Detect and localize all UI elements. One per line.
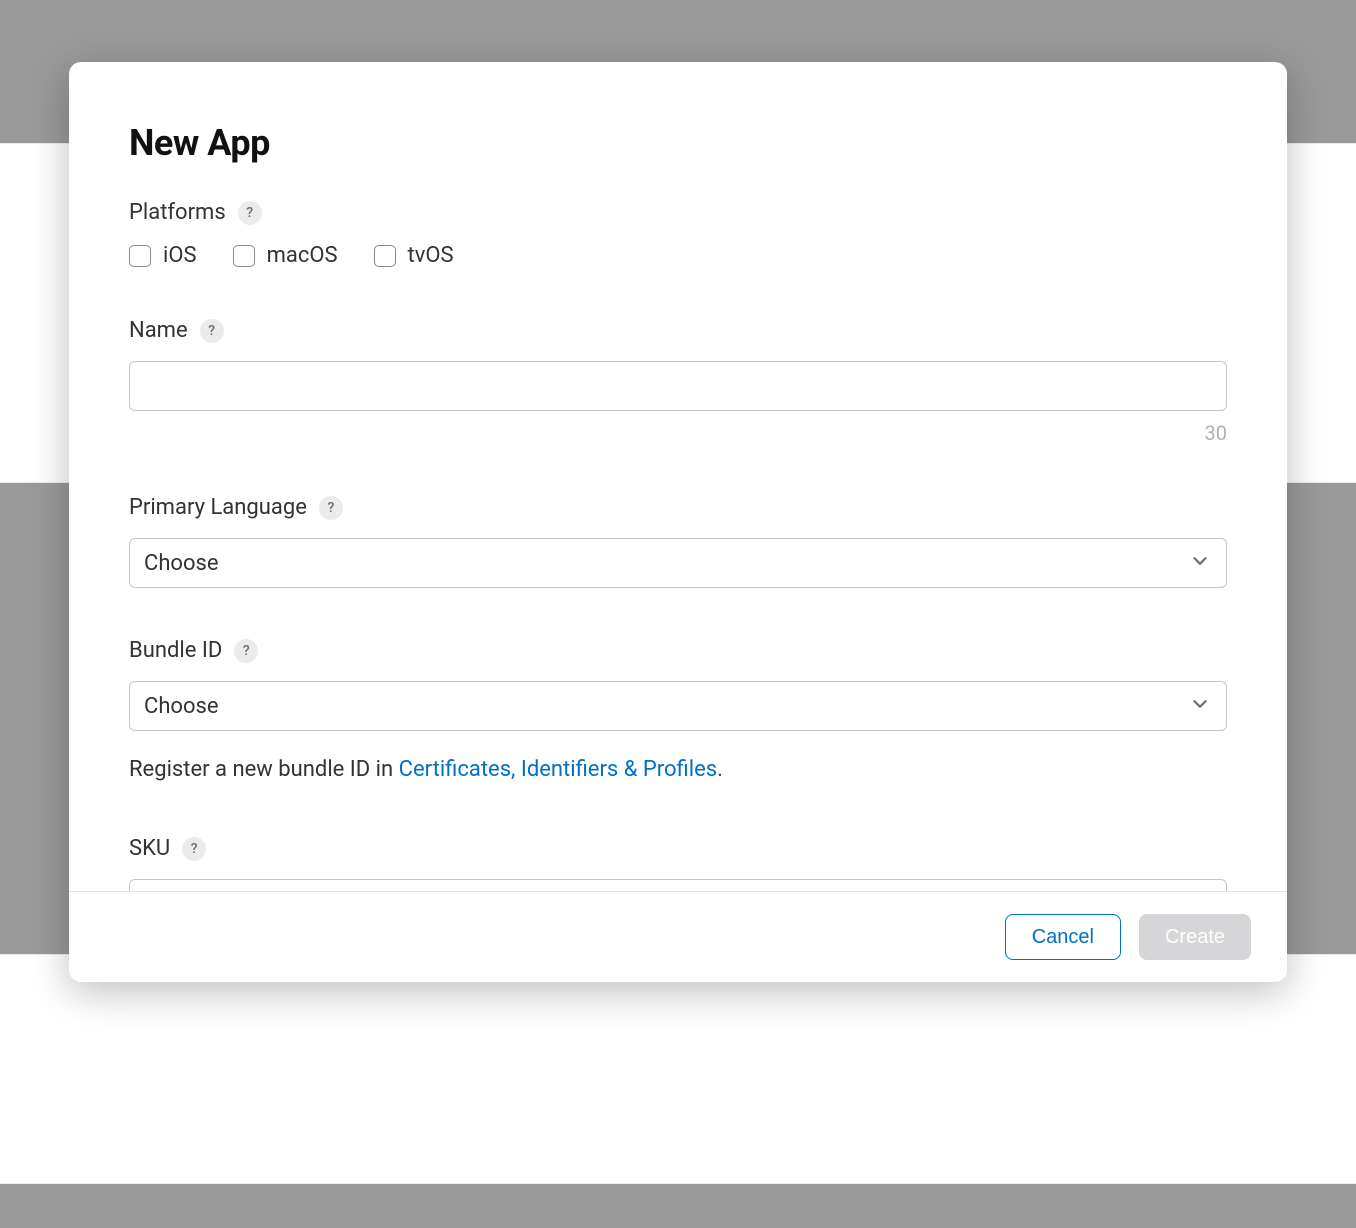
checkbox-tvos[interactable]: tvOS [374,243,454,268]
modal-body: New App Platforms ? iOS macOS tvOS [69,62,1287,891]
create-button[interactable]: Create [1139,914,1251,960]
checkbox-box [233,245,255,267]
checkbox-label: macOS [267,243,338,268]
checkbox-box [374,245,396,267]
primary-language-label-row: Primary Language ? [129,495,1227,520]
help-icon[interactable]: ? [319,496,343,520]
name-label-row: Name ? [129,318,1227,343]
sku-field: SKU ? [129,836,1227,891]
cancel-button[interactable]: Cancel [1005,914,1121,960]
certificates-link[interactable]: Certificates, Identifiers & Profiles [399,757,717,782]
platforms-label-row: Platforms ? [129,200,1227,225]
bundle-id-field: Bundle ID ? Choose Register a new bundle… [129,638,1227,786]
checkbox-macos[interactable]: macOS [233,243,338,268]
select-value: Choose [144,694,219,719]
hint-suffix: . [717,757,723,782]
platforms-checkbox-row: iOS macOS tvOS [129,243,1227,268]
name-label: Name [129,318,188,343]
checkbox-label: tvOS [408,243,454,268]
help-icon[interactable]: ? [238,201,262,225]
primary-language-select[interactable]: Choose [129,538,1227,588]
bundle-id-select[interactable]: Choose [129,681,1227,731]
checkbox-label: iOS [163,243,197,268]
help-icon[interactable]: ? [234,639,258,663]
help-icon[interactable]: ? [182,837,206,861]
name-field: Name ? 30 [129,318,1227,445]
checkbox-ios[interactable]: iOS [129,243,197,268]
new-app-modal: New App Platforms ? iOS macOS tvOS [69,62,1287,982]
bundle-id-select-wrapper: Choose [129,681,1227,731]
bundle-id-label-row: Bundle ID ? [129,638,1227,663]
name-input[interactable] [129,361,1227,411]
select-value: Choose [144,551,219,576]
platforms-field: Platforms ? iOS macOS tvOS [129,200,1227,268]
bundle-id-hint: Register a new bundle ID in Certificates… [129,753,1227,786]
platforms-label: Platforms [129,200,226,225]
name-char-counter: 30 [129,421,1227,445]
primary-language-label: Primary Language [129,495,307,520]
checkbox-box [129,245,151,267]
modal-title: New App [129,122,1227,164]
modal-footer: Cancel Create [69,891,1287,982]
primary-language-select-wrapper: Choose [129,538,1227,588]
help-icon[interactable]: ? [200,319,224,343]
background-panel-bottom [0,954,1356,1184]
bundle-id-label: Bundle ID [129,638,222,663]
sku-label: SKU [129,836,170,861]
hint-prefix: Register a new bundle ID in [129,757,399,782]
primary-language-field: Primary Language ? Choose [129,495,1227,588]
sku-label-row: SKU ? [129,836,1227,861]
sku-input[interactable] [129,879,1227,891]
